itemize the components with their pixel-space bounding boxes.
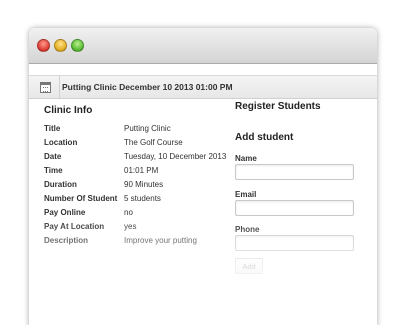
description-label: Description (44, 236, 89, 245)
zoom-window-button[interactable] (71, 39, 84, 52)
phone-label: Phone (235, 225, 260, 234)
time-label: Time (44, 166, 63, 175)
location-value: The Golf Course (124, 138, 183, 147)
add-student-button[interactable]: Add (235, 258, 263, 274)
calendar-icon (40, 82, 51, 93)
title-bar[interactable] (29, 28, 377, 64)
pay-online-value: no (124, 208, 133, 217)
pay-at-location-label: Pay At Location (44, 222, 105, 231)
pay-at-location-value: yes (124, 222, 137, 231)
duration-label: Duration (44, 180, 77, 189)
event-header: Putting Clinic December 10 2013 01:00 PM (29, 75, 377, 99)
email-input[interactable] (235, 200, 354, 216)
title-label: Title (44, 124, 61, 133)
time-value: 01:01 PM (124, 166, 159, 175)
divider (59, 76, 60, 98)
close-window-button[interactable] (37, 39, 50, 52)
description-value: Improve your putting (124, 236, 197, 245)
name-input[interactable] (235, 164, 354, 180)
add-student-heading: Add student (235, 132, 294, 143)
email-label: Email (235, 190, 257, 199)
pay-online-label: Pay Online (44, 208, 86, 217)
number-of-student-value: 5 students (124, 194, 161, 203)
event-title: Putting Clinic December 10 2013 01:00 PM (62, 82, 233, 92)
title-value: Putting Clinic (124, 124, 171, 133)
register-students-heading: Register Students (235, 101, 321, 112)
minimize-window-button[interactable] (54, 39, 67, 52)
name-label: Name (235, 154, 257, 163)
location-label: Location (44, 138, 78, 147)
number-of-student-label: Number Of Student (44, 194, 118, 203)
phone-input[interactable] (235, 235, 354, 251)
duration-value: 90 Minutes (124, 180, 164, 189)
clinic-info-heading: Clinic Info (44, 105, 93, 116)
date-label: Date (44, 152, 62, 161)
app-window: Putting Clinic December 10 2013 01:00 PM… (29, 28, 377, 325)
date-value: Tuesday, 10 December 2013 (124, 152, 227, 161)
